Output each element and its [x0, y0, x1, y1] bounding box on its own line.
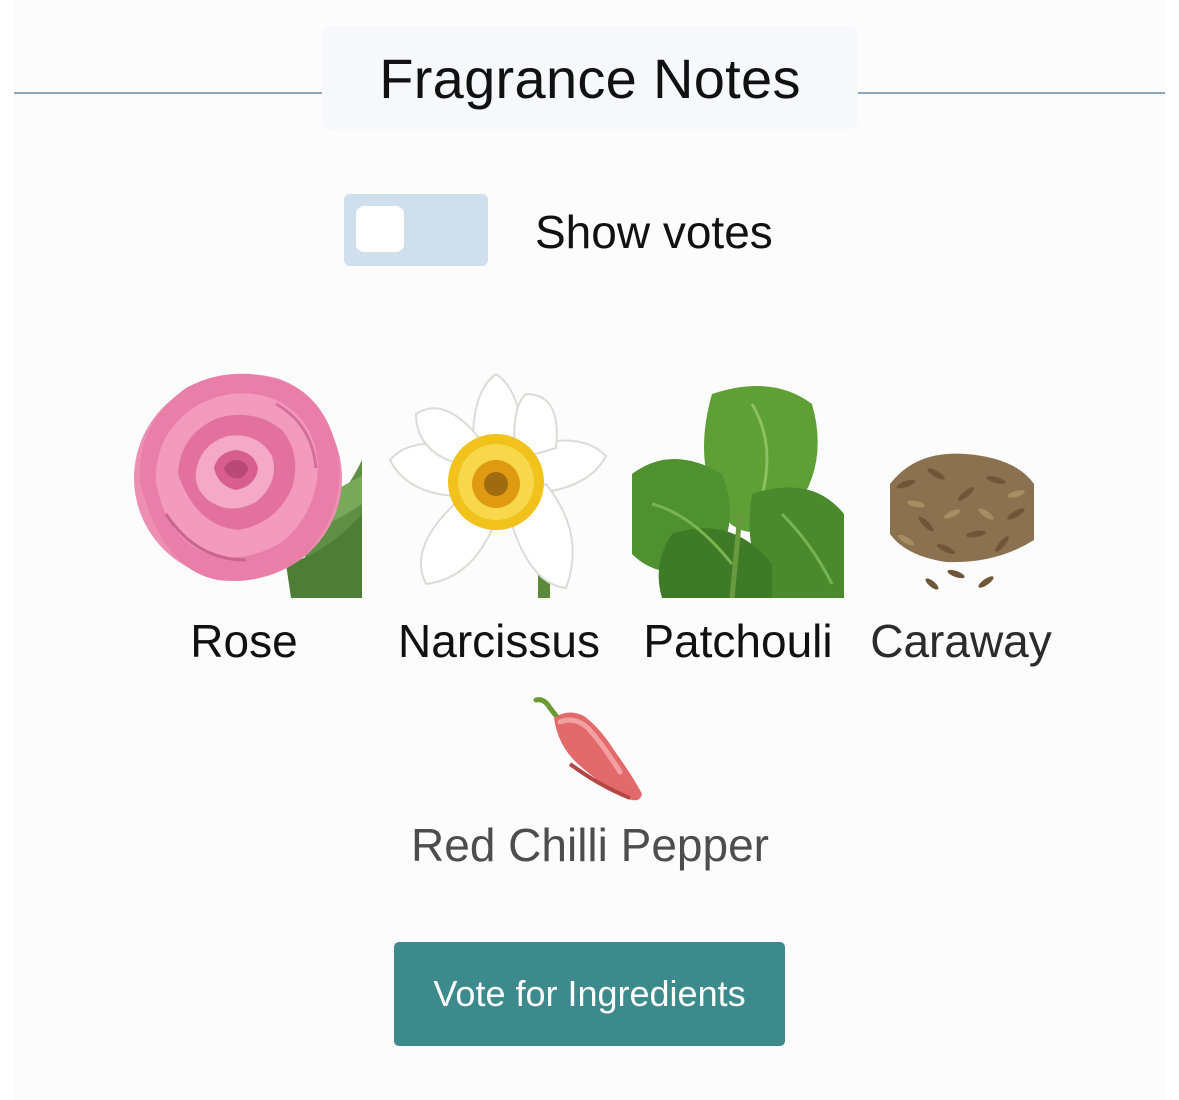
note-label: Narcissus — [398, 615, 600, 667]
show-votes-toggle[interactable] — [344, 194, 488, 266]
note-narcissus[interactable]: Narcissus — [386, 364, 612, 667]
header-divider-right — [858, 92, 1165, 94]
caraway-icon — [890, 453, 1034, 590]
rose-icon — [134, 373, 362, 598]
vote-for-ingredients-button[interactable]: Vote for Ingredients — [394, 942, 785, 1046]
narcissus-icon — [388, 372, 608, 598]
section-header: Fragrance Notes — [322, 26, 858, 130]
section-title: Fragrance Notes — [379, 46, 801, 110]
note-label: Red Chilli Pepper — [411, 819, 769, 871]
note-patchouli[interactable]: Patchouli — [632, 364, 844, 667]
patchouli-icon — [632, 386, 844, 598]
note-label: Caraway — [870, 615, 1052, 667]
toggle-knob — [356, 206, 404, 252]
note-rose[interactable]: Rose — [126, 364, 362, 667]
header-divider-left — [14, 92, 322, 94]
note-label: Patchouli — [643, 615, 833, 667]
note-label: Rose — [190, 615, 298, 667]
red-chilli-pepper-icon — [533, 697, 642, 801]
note-caraway[interactable]: Caraway — [866, 364, 1056, 667]
show-votes-label: Show votes — [535, 206, 773, 258]
note-red-chilli-pepper[interactable]: Red Chilli Pepper — [395, 690, 785, 880]
